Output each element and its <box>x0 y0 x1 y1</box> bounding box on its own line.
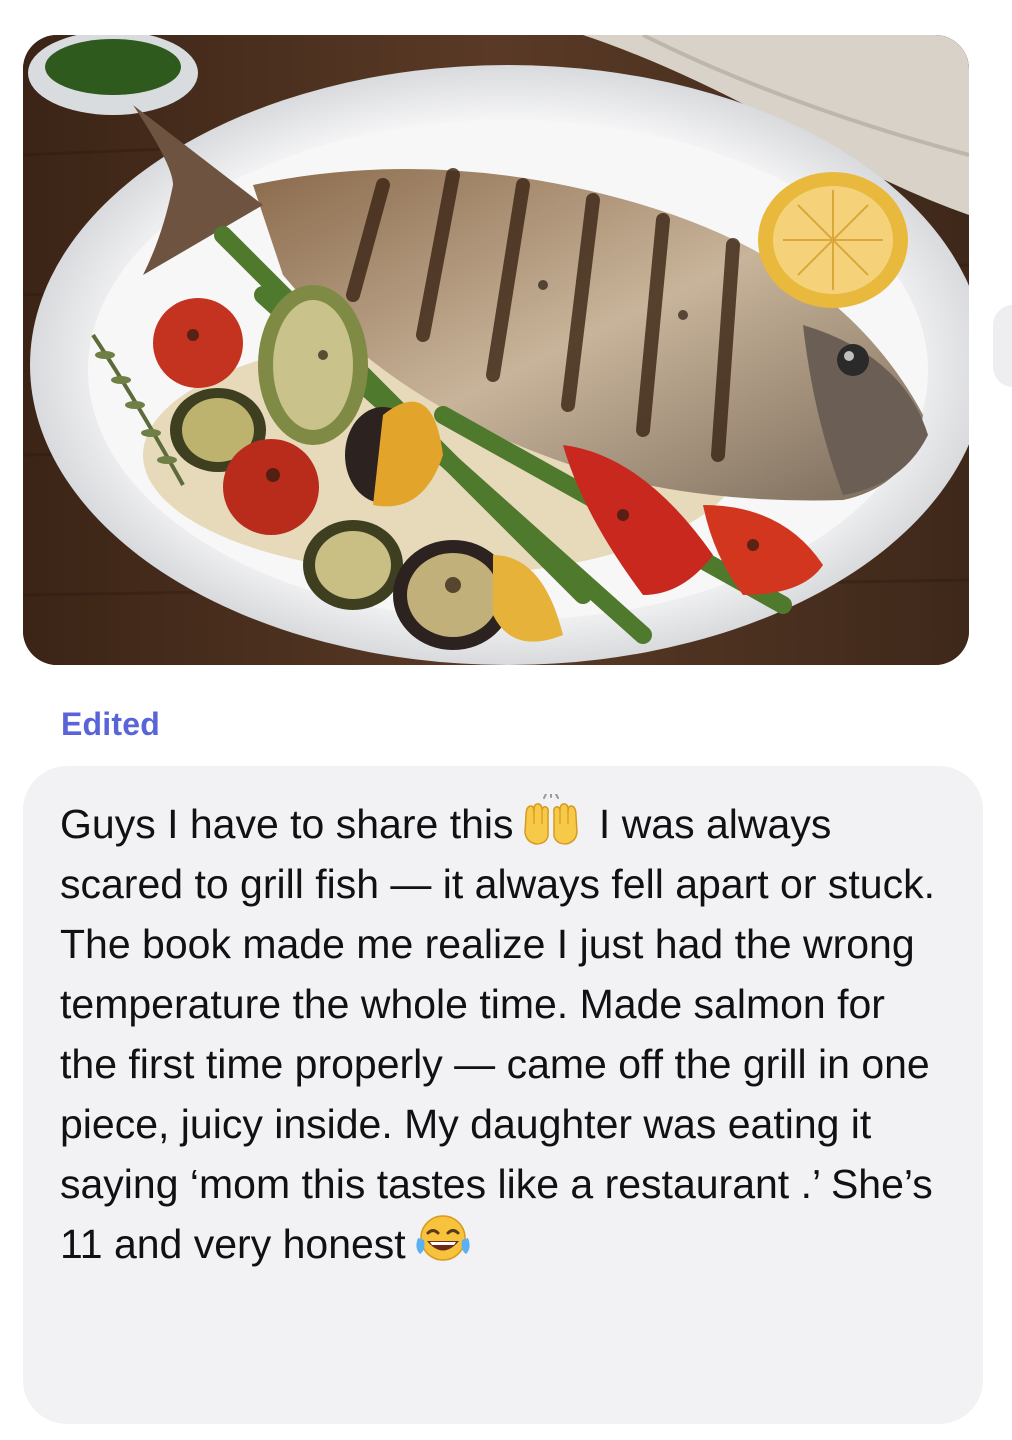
message-bubble[interactable]: Guys I have to share this I was always s… <box>23 766 983 1424</box>
message-text-part-2: I was always scared to grill fish — it a… <box>60 801 935 1267</box>
raising-hands-emoji-icon <box>520 794 582 846</box>
grilled-fish-photo <box>23 35 969 665</box>
edited-label: Edited <box>61 706 160 742</box>
message-text: Guys I have to share this I was always s… <box>60 794 950 1274</box>
side-scroll-handle <box>993 305 1012 387</box>
message-text-part-1: Guys I have to share this <box>60 801 514 847</box>
message-photo-attachment[interactable] <box>23 35 969 665</box>
tears-of-joy-emoji-icon <box>412 1214 474 1266</box>
